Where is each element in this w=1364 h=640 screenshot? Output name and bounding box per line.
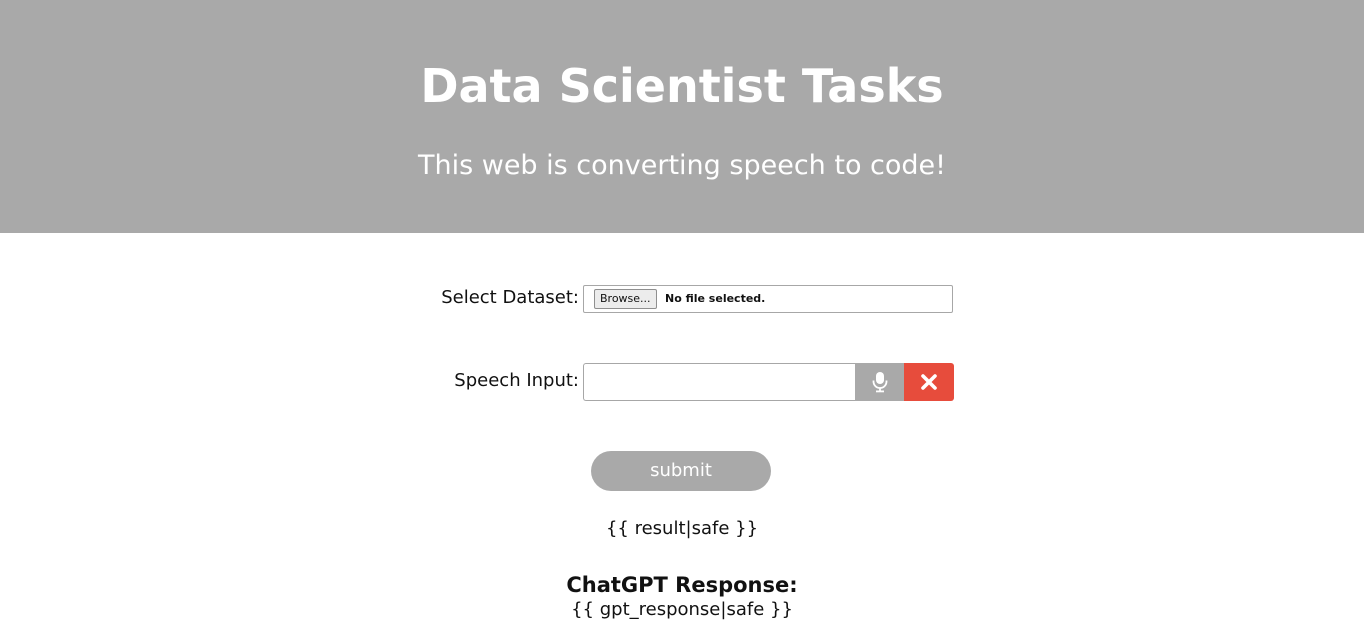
result-output: {{ result|safe }}	[605, 518, 759, 539]
microphone-button[interactable]	[855, 363, 904, 401]
gpt-response-output: {{ gpt_response|safe }}	[571, 599, 793, 620]
page-subtitle: This web is converting speech to code!	[417, 150, 946, 181]
select-dataset-label: Select Dataset:	[441, 287, 579, 308]
speech-input-field[interactable]	[583, 363, 855, 401]
browse-button[interactable]: Browse...	[594, 289, 657, 309]
dataset-file-input[interactable]: Browse... No file selected.	[583, 285, 953, 313]
page-title: Data Scientist Tasks	[420, 59, 944, 113]
clear-button[interactable]	[904, 363, 954, 401]
speech-input-label: Speech Input:	[454, 370, 579, 391]
close-icon	[921, 374, 937, 390]
file-status-text: No file selected.	[665, 292, 766, 305]
microphone-icon	[872, 372, 887, 393]
gpt-response-heading: ChatGPT Response:	[566, 573, 798, 597]
page-header: Data Scientist Tasks This web is convert…	[0, 0, 1364, 233]
submit-button[interactable]: submit	[591, 451, 771, 491]
